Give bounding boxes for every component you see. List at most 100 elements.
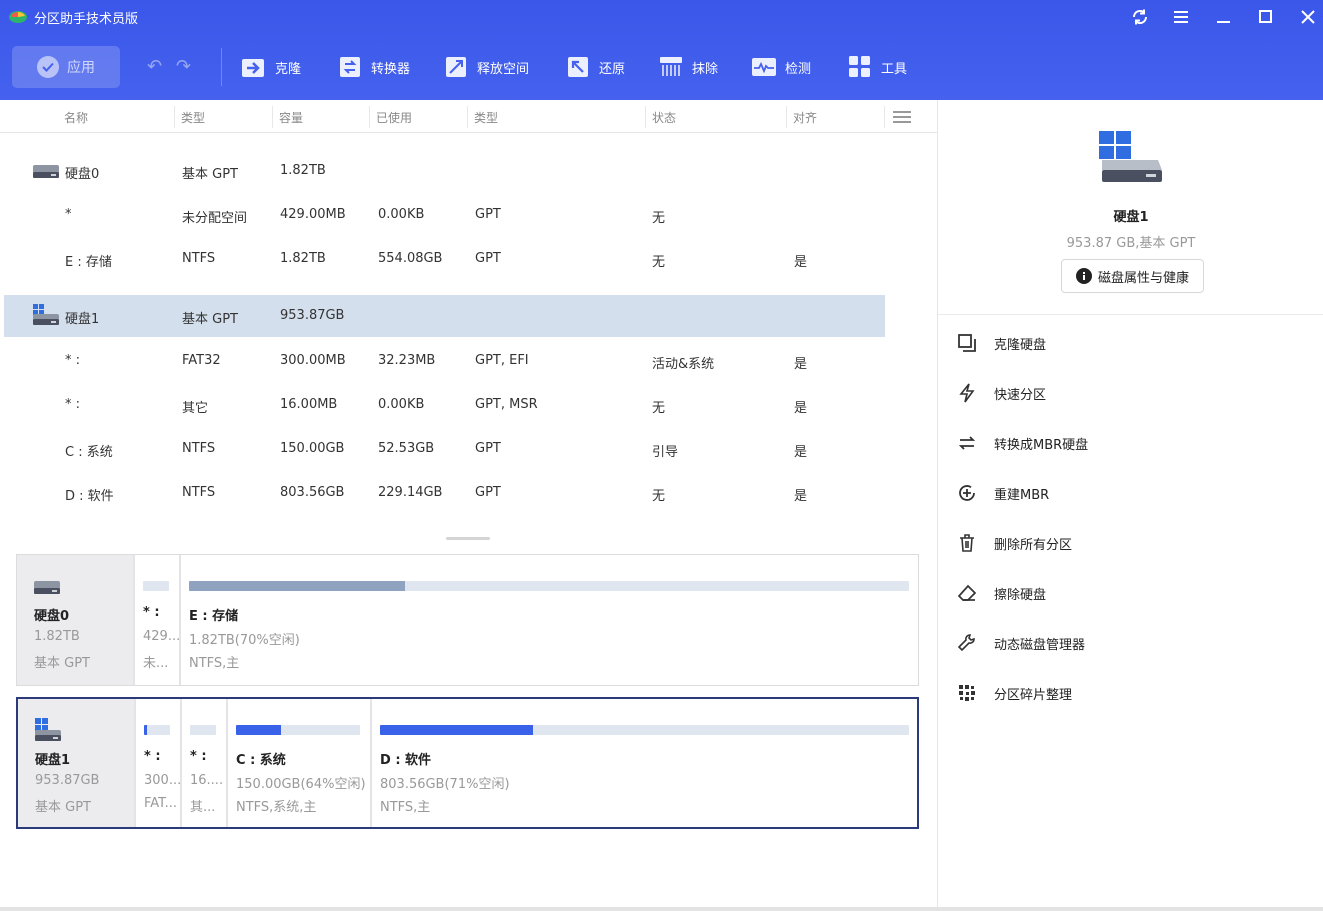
partition-block[interactable]: * : 16.... 其... [180,699,226,827]
cell-align: 是 [794,255,808,270]
undo-icon[interactable]: ↶ [147,56,162,77]
action-wipe-disk[interactable]: 擦除硬盘 [956,580,1046,606]
column-divider[interactable] [272,106,273,128]
disk-map-disk1[interactable]: 硬盘1 953.87GB 基本 GPT * : 300... FAT... * … [16,697,919,829]
action-label: 快速分区 [994,387,1047,403]
col-header-used[interactable]: 已使用 [376,109,412,126]
column-divider[interactable] [369,106,370,128]
tool-restore-label: 还原 [599,61,626,77]
partition-block[interactable]: E : 存储 1.82TB(70%空闲) NTFS,主 [179,555,918,685]
table-row[interactable]: * 未分配空间 429.00MB 0.00KB GPT 无 [4,194,885,236]
hard-disk-icon [33,165,59,178]
column-divider[interactable] [467,106,468,128]
column-divider[interactable] [786,106,787,128]
col-header-type[interactable]: 类型 [181,109,205,126]
tool-converter[interactable]: 转换器 [337,54,410,80]
table-row-disk1[interactable]: 硬盘1 基本 GPT 953.87GB [4,295,885,337]
col-header-status[interactable]: 状态 [652,109,676,126]
action-label: 分区碎片整理 [994,687,1073,703]
restore-icon [565,55,591,79]
details-panel: 硬盘1 953.87 GB,基本 GPT 磁盘属性与健康 克隆硬盘 快速分区 转… [937,100,1323,911]
usage-fill [236,725,281,735]
usage-fill [380,725,534,735]
panel-divider [938,314,1323,315]
cell-align: 是 [794,401,808,416]
action-quick-partition[interactable]: 快速分区 [956,380,1046,406]
tool-converter-label: 转换器 [371,61,411,77]
col-header-name[interactable]: 名称 [64,109,88,126]
disk-map-disk0[interactable]: 硬盘0 1.82TB 基本 GPT * : 429... 未... E : 存储… [16,554,919,686]
cell-used: 52.53GB [378,441,435,456]
clone-disk-icon [956,332,978,354]
cell-used: 554.08GB [378,251,443,266]
refresh-button[interactable] [1127,6,1153,28]
tool-detect[interactable]: 检测 [751,54,811,80]
action-label: 转换成MBR硬盘 [994,437,1089,453]
tool-clone[interactable]: 克隆 [241,54,301,80]
usage-bar [190,725,216,735]
menu-button[interactable] [1169,6,1195,28]
app-logo-icon [9,11,27,23]
column-divider[interactable] [884,106,885,128]
disk-name: 硬盘1 [35,753,71,768]
partition-block[interactable]: * : 300... FAT... [134,699,180,827]
action-clone-disk[interactable]: 克隆硬盘 [956,330,1046,356]
partition-fs: FAT... [144,796,177,811]
redo-icon[interactable]: ↷ [176,56,191,77]
partition-block[interactable]: C : 系统 150.00GB(64%空闲) NTFS,系统,主 [226,699,370,827]
tool-clone-label: 克隆 [275,61,302,77]
column-settings-icon[interactable] [893,111,911,123]
tool-free-space[interactable]: 释放空间 [443,54,529,80]
col-header-fstype[interactable]: 类型 [474,109,498,126]
table-row[interactable]: D : 软件 NTFS 803.56GB 229.14GB GPT 无 是 [4,472,885,514]
cell-type: NTFS [182,251,216,266]
partition-block[interactable]: * : 429... 未... [133,555,179,685]
cell-fstype: GPT [475,441,501,456]
cell-fstype: GPT [475,207,501,222]
cell-fstype: GPT [475,251,501,266]
disk-info-panel[interactable]: 硬盘0 1.82TB 基本 GPT [17,555,133,685]
table-row[interactable]: C : 系统 NTFS 150.00GB 52.53GB GPT 引导 是 [4,428,885,470]
partition-size: 429... [143,629,179,644]
apply-button[interactable]: 应用 [12,46,120,88]
cell-name: * [65,207,72,222]
cell-name: * : [65,353,81,368]
partition-block[interactable]: D : 软件 803.56GB(71%空闲) NTFS,主 [370,699,917,827]
table-row-disk0[interactable]: 硬盘0 基本 GPT 1.82TB [4,150,885,192]
disk-name: 硬盘0 [34,609,70,624]
cell-type: 未分配空间 [182,211,248,226]
partition-fs: NTFS,主 [189,656,240,671]
disk-size: 953.87GB [35,773,100,788]
action-rebuild-mbr[interactable]: 重建MBR [956,480,1049,506]
table-row[interactable]: E : 存储 NTFS 1.82TB 554.08GB GPT 无 是 [4,238,885,280]
table-row[interactable]: * : 其它 16.00MB 0.00KB GPT, MSR 无 是 [4,384,885,426]
cell-name: D : 软件 [65,489,114,504]
disk-properties-button[interactable]: 磁盘属性与健康 [1061,259,1204,293]
action-convert-mbr[interactable]: 转换成MBR硬盘 [956,430,1088,456]
tool-restore[interactable]: 还原 [565,54,625,80]
col-header-align[interactable]: 对齐 [793,109,817,126]
action-dynamic-disk-manager[interactable]: 动态磁盘管理器 [956,630,1085,656]
column-divider[interactable] [645,106,646,128]
tool-tools[interactable]: 工具 [847,54,907,80]
col-header-capacity[interactable]: 容量 [279,109,303,126]
window-bottom-edge [0,907,1323,911]
tool-wipe[interactable]: 抹除 [658,54,718,80]
table-row[interactable]: * : FAT32 300.00MB 32.23MB GPT, EFI 活动&系… [4,340,885,382]
cell-fstype: GPT [475,485,501,500]
action-defrag[interactable]: 分区碎片整理 [956,680,1072,706]
disk-info-panel[interactable]: 硬盘1 953.87GB 基本 GPT [18,699,134,827]
action-label: 删除所有分区 [994,537,1073,553]
action-label: 重建MBR [994,487,1050,503]
action-delete-all-partitions[interactable]: 删除所有分区 [956,530,1072,556]
minimize-button[interactable] [1211,6,1237,28]
maximize-button[interactable] [1253,6,1279,28]
cell-status: 引导 [652,445,679,460]
app-window: 分区助手技术员版 应用 ↶ ↷ 克隆 转换器 释放空间 还原 抹除 检测 工具 … [0,0,1323,911]
close-button[interactable] [1295,6,1321,28]
disk-size: 1.82TB [34,629,80,644]
hamburger-menu-icon [1174,11,1188,23]
column-divider[interactable] [174,106,175,128]
pane-resize-handle[interactable] [446,537,490,540]
cell-used: 229.14GB [378,485,443,500]
